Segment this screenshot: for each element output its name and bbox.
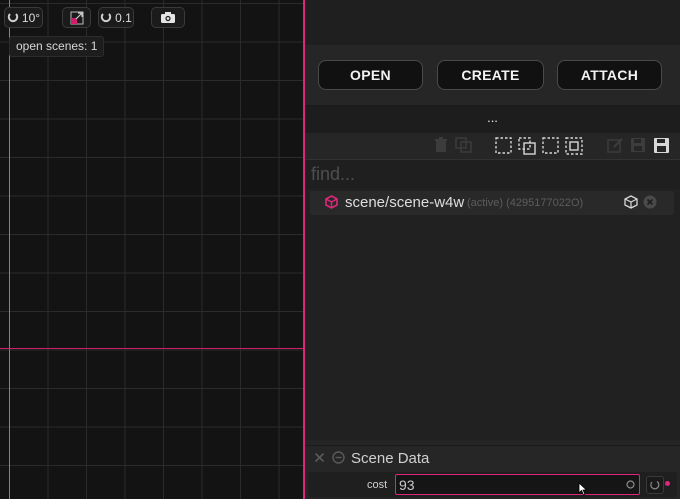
- rotate-snap-value: 10°: [21, 10, 41, 25]
- move-snap-button[interactable]: 0.1: [98, 7, 134, 28]
- trash-icon[interactable]: [434, 137, 448, 153]
- close-scene-icon[interactable]: [643, 195, 657, 209]
- select-box-icon[interactable]: [495, 137, 512, 154]
- cube-icon: [325, 195, 338, 209]
- section-title: Scene Data: [351, 450, 430, 467]
- y-axis-line: [9, 0, 10, 499]
- duplicate-icon[interactable]: [455, 137, 473, 153]
- select-all-icon[interactable]: [542, 137, 559, 154]
- cost-field[interactable]: [395, 474, 640, 495]
- select-inner-icon[interactable]: [565, 137, 584, 156]
- magnet-icon: [100, 12, 112, 22]
- edit-icon[interactable]: [607, 137, 624, 154]
- mouse-cursor-icon: [578, 482, 588, 496]
- collapse-icon[interactable]: [332, 451, 345, 464]
- reset-icon: [650, 480, 660, 490]
- find-input[interactable]: [311, 162, 671, 186]
- link-dot-icon[interactable]: [626, 480, 635, 489]
- x-axis-line: [0, 348, 304, 349]
- move-snap-value: 0.1: [115, 10, 132, 25]
- scale-snap-button[interactable]: [62, 7, 91, 28]
- screenshot-button[interactable]: [151, 7, 185, 28]
- scene-viewport[interactable]: [0, 0, 305, 499]
- attach-button[interactable]: ATTACH: [557, 60, 662, 90]
- panel-header: [305, 0, 680, 45]
- more-ellipsis[interactable]: ...: [305, 110, 680, 125]
- open-button[interactable]: OPEN: [318, 60, 423, 90]
- create-button[interactable]: CREATE: [437, 60, 544, 90]
- camera-icon: [161, 12, 175, 23]
- magnet-icon: [7, 12, 19, 22]
- property-label: cost: [367, 479, 388, 491]
- open-scenes-tooltip: open scenes: 1: [9, 36, 105, 57]
- override-dot[interactable]: [665, 481, 670, 486]
- close-icon[interactable]: [314, 452, 325, 463]
- save-icon[interactable]: [630, 137, 646, 153]
- rotate-snap-button[interactable]: 10°: [4, 7, 43, 28]
- save-all-icon[interactable]: [653, 137, 670, 154]
- select-add-icon[interactable]: [518, 137, 537, 156]
- scene-list: [305, 189, 680, 440]
- scene-name: scene/scene-w4w: [345, 194, 465, 211]
- reset-button[interactable]: [646, 476, 664, 494]
- scene-meta: (active) (4295177022O): [467, 197, 584, 209]
- scene-tree-icon[interactable]: [624, 195, 638, 209]
- scale-icon: [70, 11, 83, 24]
